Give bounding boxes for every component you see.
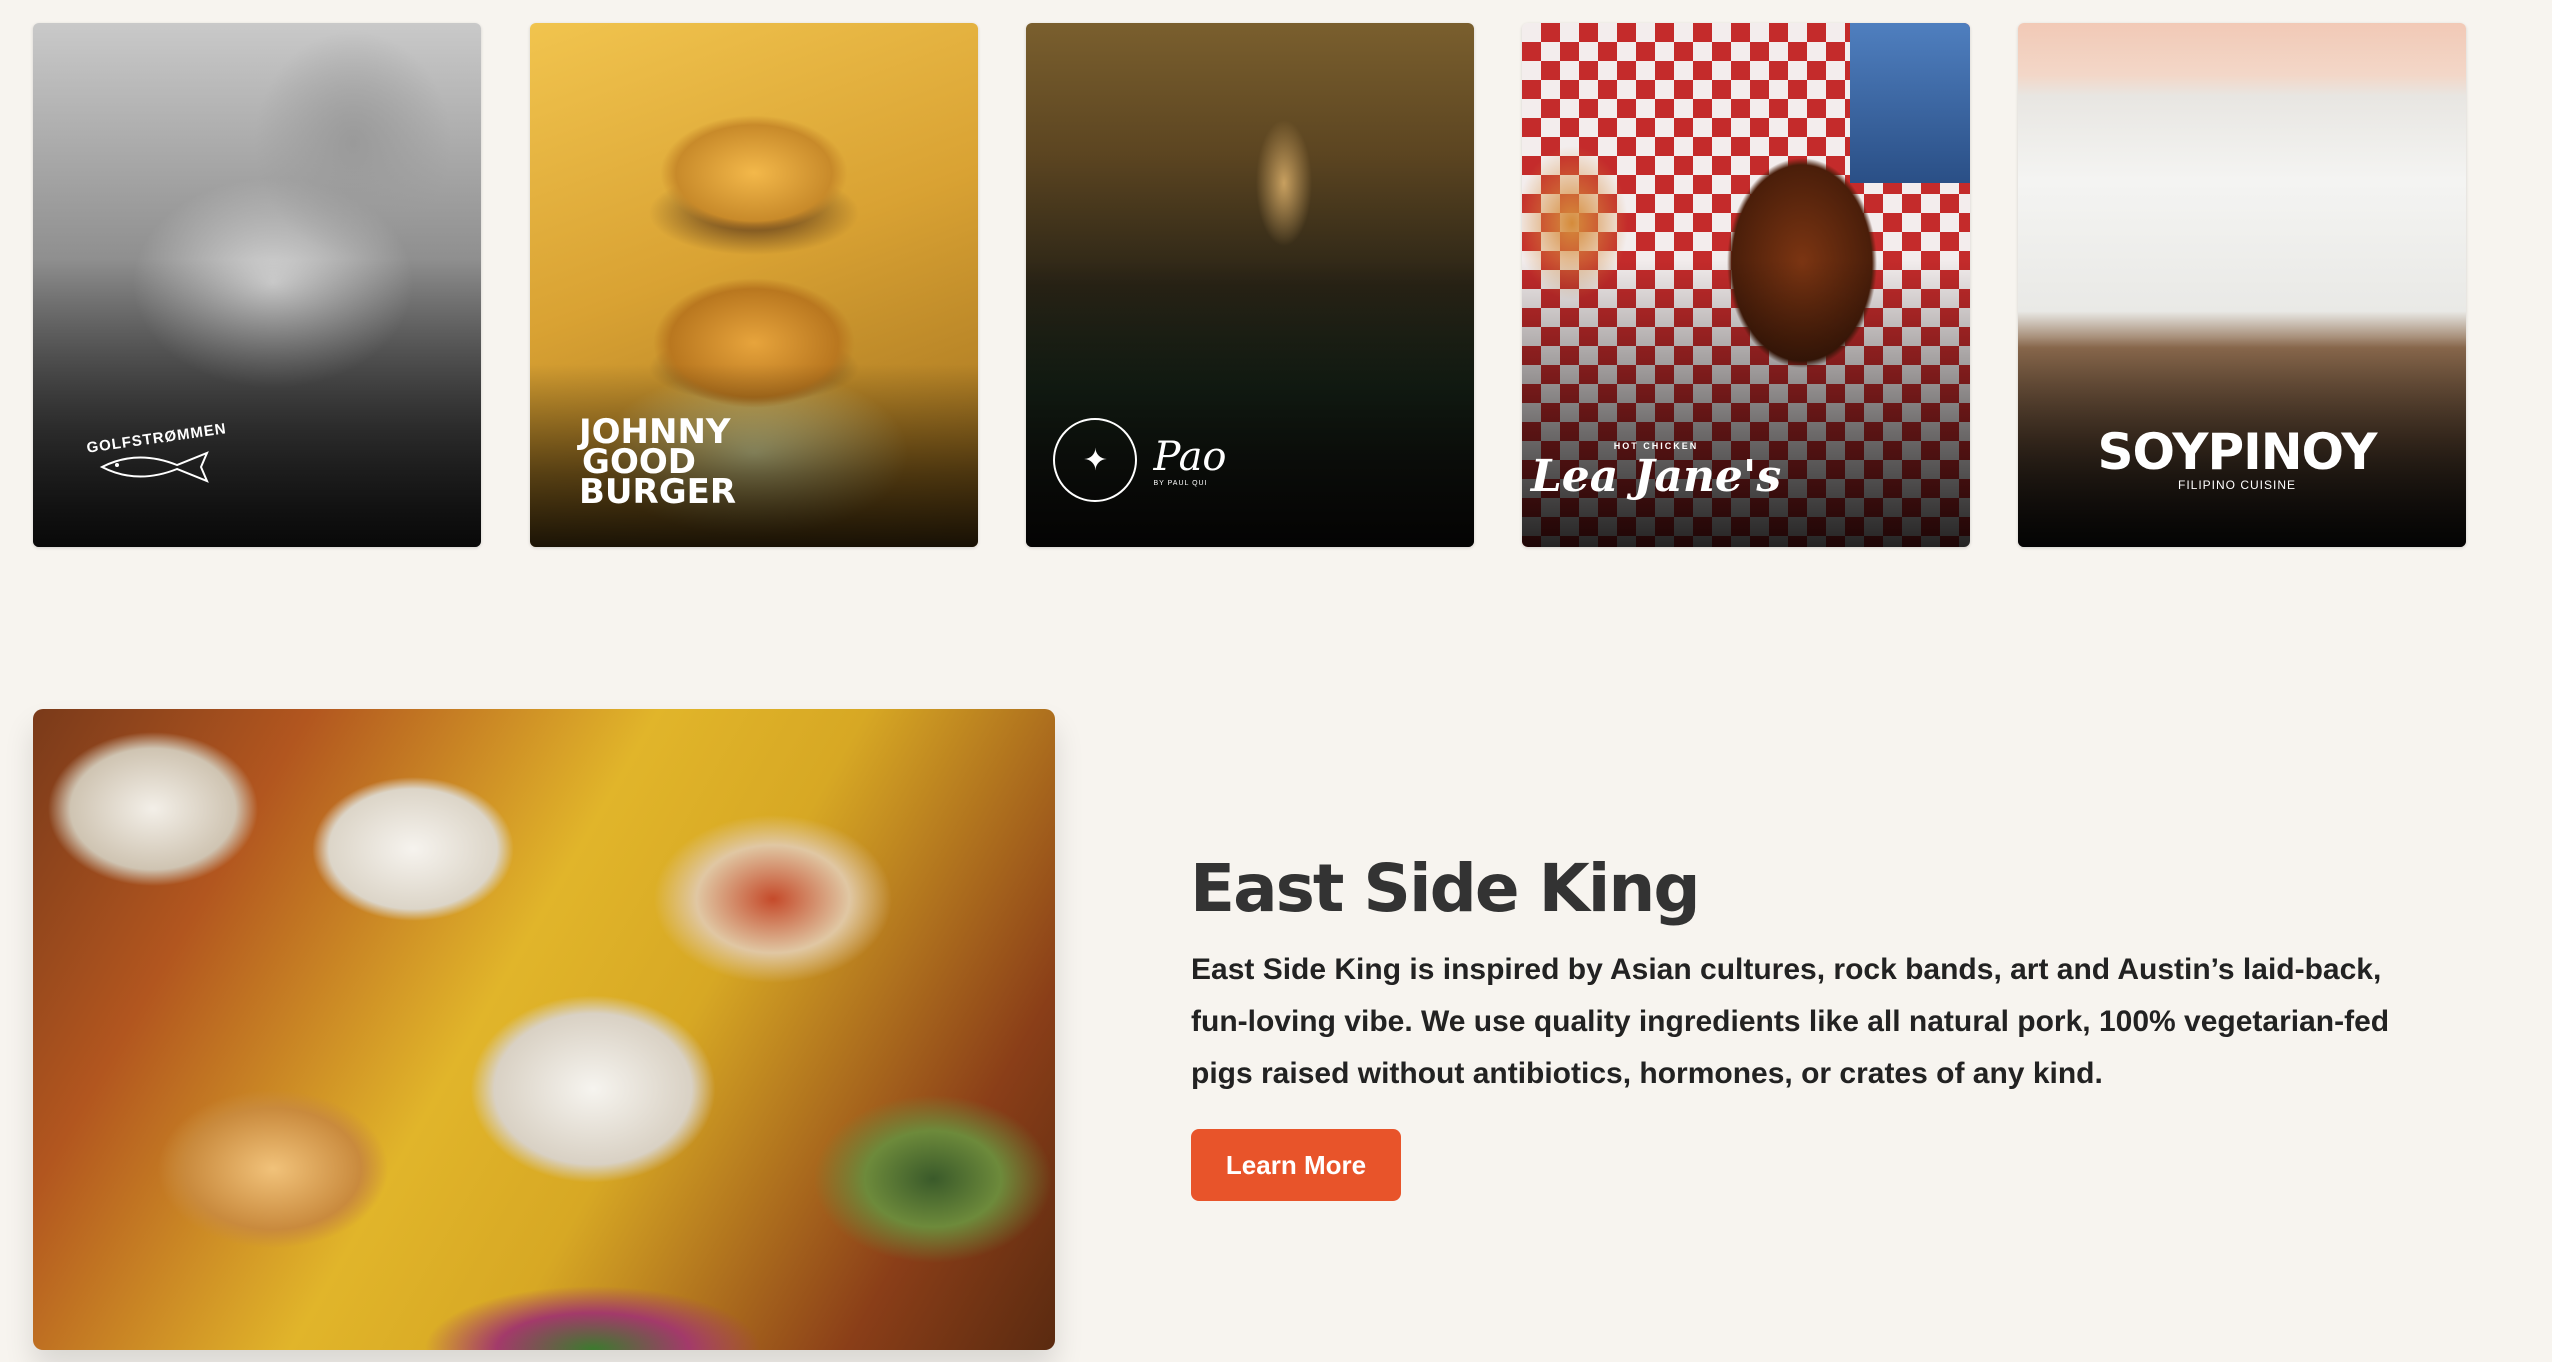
east-side-king-food-photo <box>33 709 1055 1350</box>
lea-janes-logo: HOT CHICKEN Lea Jane's <box>1522 441 1970 502</box>
johnny-good-burger-name: JOHNNY GOOD BURGER <box>579 412 737 512</box>
golfstrommen-logo: GOLFSTRØMMEN <box>33 420 481 492</box>
pao-subtitle: BY PAUL QUI <box>1153 479 1208 487</box>
feature-description: East Side King is inspired by Asian cult… <box>1191 953 2390 1090</box>
soypinoy-name: SOYPINOY <box>2097 423 2378 481</box>
pao-name: Pao <box>1153 433 1227 480</box>
johnny-good-burger-logo: JOHNNY GOOD BURGER <box>530 412 978 512</box>
feature-title: East Side King <box>1190 850 1701 927</box>
soypinoy-logo: SOYPINOY FILIPINO CUISINE <box>2018 426 2466 492</box>
pao-logo: ✦ Pao BY PAUL QUI <box>1026 418 1474 502</box>
restaurant-card-pao[interactable]: ✦ Pao BY PAUL QUI <box>1026 23 1474 547</box>
lea-janes-tagline: HOT CHICKEN <box>1613 441 1699 451</box>
restaurant-card-johnny-good-burger[interactable]: JOHNNY GOOD BURGER <box>530 23 978 547</box>
restaurant-card-golfstrommen[interactable]: GOLFSTRØMMEN <box>33 23 481 547</box>
learn-more-button[interactable]: Learn More <box>1191 1129 1401 1201</box>
lea-janes-name: Lea Jane's <box>1530 451 1782 502</box>
pao-emblem-icon: ✦ <box>1053 418 1138 502</box>
fish-icon <box>99 451 209 483</box>
restaurant-card-lea-janes[interactable]: HOT CHICKEN Lea Jane's <box>1522 23 1970 547</box>
restaurant-card-soypinoy[interactable]: SOYPINOY FILIPINO CUISINE <box>2018 23 2466 547</box>
